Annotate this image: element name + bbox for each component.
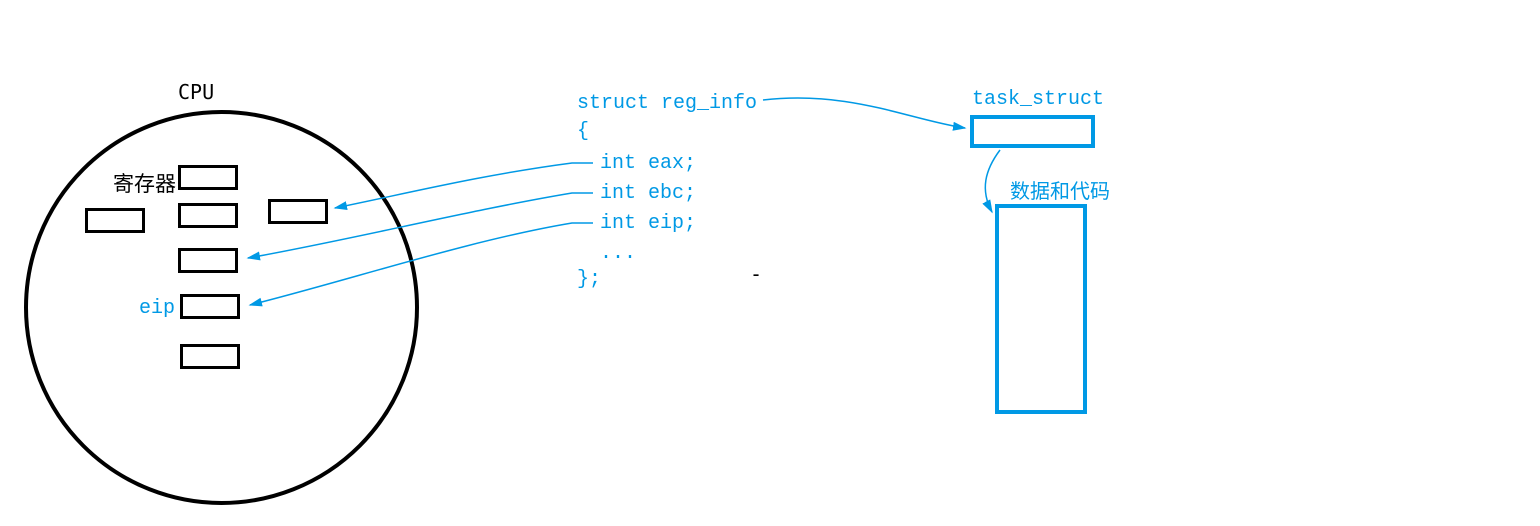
register-box xyxy=(180,294,240,319)
register-label: 寄存器 xyxy=(113,168,176,198)
register-box xyxy=(178,248,238,273)
code-ebc: int ebc; xyxy=(600,182,696,205)
register-box xyxy=(178,203,238,228)
dash: - xyxy=(750,262,762,286)
register-box xyxy=(268,199,328,224)
register-box xyxy=(180,344,240,369)
eip-label: eip xyxy=(139,297,175,320)
register-box xyxy=(85,208,145,233)
task-struct-box xyxy=(970,115,1095,148)
code-eax: int eax; xyxy=(600,152,696,175)
task-struct-label: task_struct xyxy=(972,88,1104,111)
register-box xyxy=(178,165,238,190)
code-brace-close: }; xyxy=(577,268,601,291)
cpu-title: CPU xyxy=(178,80,214,104)
code-brace-open: { xyxy=(577,120,589,143)
data-code-box xyxy=(995,204,1087,414)
code-struct: struct reg_info xyxy=(577,92,757,115)
code-dots: ... xyxy=(600,242,636,265)
code-eip: int eip; xyxy=(600,212,696,235)
data-code-label: 数据和代码 xyxy=(1010,175,1110,204)
